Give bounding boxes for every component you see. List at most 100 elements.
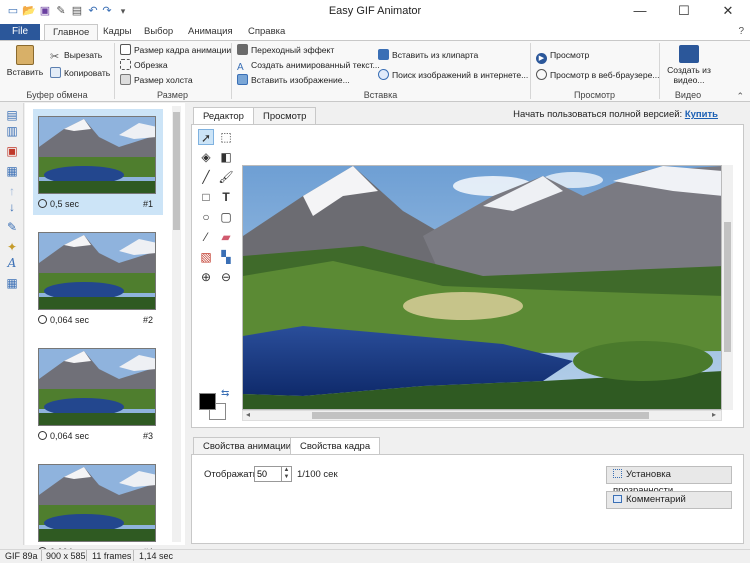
tab-select[interactable]: Выбор bbox=[136, 24, 181, 41]
frame-duration: 0,064 sec bbox=[38, 431, 89, 441]
tab-help[interactable]: Справка bbox=[240, 24, 293, 41]
crop-icon bbox=[120, 59, 131, 70]
frame-item[interactable]: 0,5 sec #1 bbox=[33, 109, 163, 215]
duplicate-frame-icon[interactable]: ▥ bbox=[5, 124, 19, 138]
globe-icon bbox=[378, 69, 389, 80]
move-up-icon[interactable]: ↑ bbox=[5, 184, 19, 198]
grid-icon[interactable]: ▦ bbox=[5, 276, 19, 290]
status-frame-count: 11 frames bbox=[92, 551, 132, 561]
frame-thumbnail bbox=[38, 116, 156, 194]
fill-bucket-icon[interactable]: ◈ bbox=[198, 149, 214, 165]
scroll-right-icon[interactable]: ▸ bbox=[712, 410, 716, 419]
eyedropper-icon[interactable]: ⁄ bbox=[198, 229, 214, 245]
pointer-tool-icon[interactable]: ➚ bbox=[198, 129, 214, 145]
rectangle-tool-icon[interactable]: □ bbox=[198, 189, 214, 205]
video-icon bbox=[679, 45, 699, 63]
swap-colors-icon[interactable]: ⇆ bbox=[221, 388, 229, 399]
video-group-label: Видео bbox=[674, 90, 702, 100]
crop-button[interactable]: Обрезка bbox=[120, 59, 168, 72]
tab-preview[interactable]: Просмотр bbox=[253, 107, 317, 125]
full-version-prompt: Начать пользоваться полной версией: Купи… bbox=[513, 109, 718, 120]
gradient-icon[interactable]: ◧ bbox=[218, 149, 234, 165]
status-dimensions: 900 x 585 bbox=[46, 551, 86, 561]
status-divider bbox=[86, 550, 87, 561]
tab-frame-properties[interactable]: Свойства кадра bbox=[290, 437, 381, 455]
clipboard-group-label: Буфер обмена bbox=[26, 90, 88, 100]
foreground-color-swatch-front bbox=[199, 393, 216, 410]
transparency-icon bbox=[613, 469, 622, 478]
delete-frame-icon[interactable]: ▣ bbox=[5, 144, 19, 158]
frames-scroll-thumb[interactable] bbox=[173, 112, 180, 230]
brush-tool-icon[interactable]: 🖌 bbox=[218, 169, 234, 185]
frame-item[interactable]: 0,064 sec#4 bbox=[33, 457, 163, 563]
effects-icon[interactable]: ✦ bbox=[5, 240, 19, 254]
canvas-vertical-scroll-thumb[interactable] bbox=[724, 222, 731, 352]
preview-browser-button[interactable]: Просмотр в веб-браузере... bbox=[536, 69, 660, 82]
text-tool-icon[interactable]: T bbox=[218, 189, 234, 205]
scissors-icon: ✂ bbox=[50, 51, 60, 63]
create-from-video-button[interactable]: Создать из видео... bbox=[664, 45, 714, 85]
clipboard-icon bbox=[16, 45, 34, 65]
line-tool-icon[interactable]: ╱ bbox=[198, 169, 214, 185]
frame-number: #3 bbox=[142, 431, 153, 441]
tab-home[interactable]: Главное bbox=[44, 24, 99, 41]
insert-frame-icon[interactable]: ▦ bbox=[5, 164, 19, 178]
transition-effect-button[interactable]: Переходный эффект bbox=[237, 44, 334, 57]
maximize-button[interactable]: ☐ bbox=[662, 0, 706, 24]
edit-frame-icon[interactable]: ✎ bbox=[5, 220, 19, 234]
close-button[interactable]: ✕ bbox=[706, 0, 750, 24]
frame-thumbnail bbox=[38, 348, 156, 426]
frame-item[interactable]: 0,064 sec #3 bbox=[33, 341, 163, 447]
ellipse-tool-icon[interactable]: ○ bbox=[198, 209, 214, 225]
replace-color-icon[interactable]: ▧ bbox=[198, 249, 214, 265]
status-format: GIF 89a bbox=[5, 551, 38, 561]
spray-icon[interactable]: ▚ bbox=[218, 249, 234, 265]
minimize-button[interactable]: — bbox=[618, 0, 662, 24]
insert-group-label: Вставка bbox=[363, 90, 398, 100]
frame-item[interactable]: 0,064 sec #2 bbox=[33, 225, 163, 331]
create-video-label: Создать из видео... bbox=[667, 65, 711, 85]
add-frame-icon[interactable]: ▤ bbox=[5, 108, 19, 122]
eraser-icon[interactable]: ▰ bbox=[218, 229, 234, 245]
tab-editor[interactable]: Редактор bbox=[193, 107, 254, 125]
search-images-button[interactable]: Поиск изображений в интернете... bbox=[378, 69, 528, 82]
clock-icon bbox=[38, 431, 47, 440]
canvas-image[interactable] bbox=[242, 165, 722, 410]
status-divider bbox=[133, 550, 134, 561]
tab-frames[interactable]: Кадры bbox=[95, 24, 139, 41]
comment-icon bbox=[613, 495, 622, 503]
move-down-icon[interactable]: ↓ bbox=[5, 200, 19, 214]
rounded-rectangle-icon[interactable]: ▢ bbox=[218, 209, 234, 225]
status-divider bbox=[41, 550, 42, 561]
copy-button[interactable]: Копировать bbox=[50, 67, 110, 80]
buy-link[interactable]: Купить bbox=[685, 109, 718, 120]
insert-image-button[interactable]: Вставить изображение... bbox=[237, 74, 350, 87]
cut-button[interactable]: ✂ Вырезать bbox=[50, 49, 102, 63]
comment-button[interactable]: Комментарий bbox=[606, 491, 732, 509]
play-icon: ▶ bbox=[536, 53, 547, 64]
canvas-size-button[interactable]: Размер холста bbox=[120, 74, 193, 87]
text-icon[interactable]: A bbox=[5, 256, 19, 270]
clipart-icon bbox=[378, 49, 389, 60]
zoom-out-icon[interactable]: ⊖ bbox=[218, 269, 234, 285]
copy-icon bbox=[50, 67, 61, 78]
canvas-horizontal-scroll-thumb[interactable] bbox=[312, 412, 649, 419]
select-rectangle-icon[interactable]: ⬚ bbox=[218, 129, 234, 145]
scroll-left-icon[interactable]: ◂ bbox=[246, 410, 250, 419]
insert-clipart-button[interactable]: Вставить из клипарта bbox=[378, 49, 478, 62]
paste-button[interactable]: Вставить bbox=[6, 45, 44, 77]
set-transparency-button[interactable]: Установка прозрачности bbox=[606, 466, 732, 496]
frame-size-button[interactable]: Размер кадра анимации bbox=[120, 44, 231, 57]
animated-text-button[interactable]: A Создать анимированный текст... bbox=[237, 59, 380, 73]
collapse-ribbon-icon[interactable]: ⌃ bbox=[736, 91, 744, 102]
tab-animation[interactable]: Анимация bbox=[180, 24, 241, 41]
preview-button[interactable]: ▶ Просмотр bbox=[536, 49, 589, 64]
resize-icon bbox=[120, 44, 131, 55]
status-duration: 1,14 sec bbox=[139, 551, 174, 561]
display-duration-input[interactable] bbox=[254, 466, 282, 482]
duration-spinner[interactable]: ▲ ▼ bbox=[282, 466, 292, 482]
file-tab[interactable]: File bbox=[0, 24, 40, 40]
help-icon[interactable]: ? bbox=[738, 26, 744, 37]
zoom-in-icon[interactable]: ⊕ bbox=[198, 269, 214, 285]
tab-animation-properties[interactable]: Свойства анимации bbox=[193, 437, 302, 455]
